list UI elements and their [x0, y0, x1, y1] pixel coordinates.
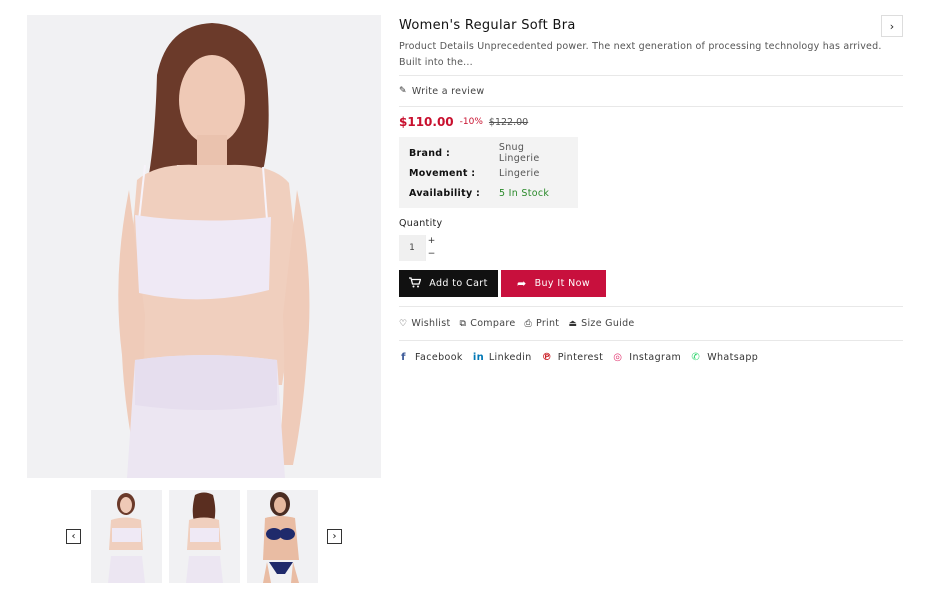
product-info: › Women's Regular Soft Bra Product Detai… [399, 15, 903, 373]
share-whatsapp[interactable]: ✆ Whatsapp [691, 352, 758, 363]
write-review-link[interactable]: ✎ Write a review [399, 76, 903, 106]
wishlist-label: Wishlist [411, 318, 451, 329]
facebook-icon: f [401, 351, 406, 363]
size-guide-icon: ⏏ [568, 318, 578, 329]
pencil-icon: ✎ [399, 86, 407, 96]
print-icon: ⎙ [524, 318, 532, 329]
spec-brand: Brand : Snug Lingerie [409, 142, 568, 164]
spec-value: Lingerie [499, 167, 540, 179]
quantity-input[interactable] [399, 235, 425, 261]
linkedin-label: Linkedin [488, 351, 532, 363]
spec-label: Movement : [409, 167, 476, 179]
chevron-left-icon: ‹ [71, 530, 76, 542]
compare-label: Compare [470, 318, 516, 329]
buy-now-button[interactable]: ➦ Buy It Now [501, 270, 606, 297]
thumbnail-front[interactable] [91, 490, 162, 583]
pinterest-label: Pinterest [557, 351, 604, 363]
product-specs: Brand : Snug Lingerie Movement : Lingeri… [399, 137, 578, 208]
product-title: Women's Regular Soft Bra [399, 18, 576, 33]
pinterest-icon: ℗ [541, 351, 553, 363]
linkedin-icon: in [472, 351, 485, 363]
product-description: Product Details Unprecedented power. The… [399, 41, 882, 68]
quantity-label: Quantity [399, 218, 443, 229]
quantity-stepper: + − [399, 235, 903, 261]
social-share: f Facebook in Linkedin ℗ Pinterest ◎ Ins… [399, 341, 903, 373]
wishlist-button[interactable]: ♡ Wishlist [399, 318, 451, 329]
whatsapp-icon: ✆ [691, 351, 701, 363]
print-label: Print [535, 318, 560, 329]
price-row: $110.00 -10% $122.00 [399, 107, 903, 137]
add-to-cart-button[interactable]: Add to Cart [399, 270, 498, 297]
write-review-label: Write a review [411, 85, 485, 97]
chevron-right-icon: › [332, 530, 337, 542]
share-instagram[interactable]: ◎ Instagram [613, 352, 681, 363]
spec-movement: Movement : Lingerie [409, 163, 568, 183]
instagram-icon: ◎ [613, 351, 623, 363]
buy-now-label: Buy It Now [534, 278, 591, 289]
purchase-buttons: Add to Cart ➦ Buy It Now [399, 270, 903, 297]
whatsapp-label: Whatsapp [707, 351, 759, 363]
share-linkedin[interactable]: in Linkedin [473, 352, 532, 363]
spec-value: Snug Lingerie [498, 142, 540, 164]
quantity-decrease-button[interactable]: − [425, 248, 437, 261]
thumbnail-back[interactable] [169, 490, 240, 583]
thumbnail-carousel: ‹ › [27, 490, 381, 584]
spec-label: Availability : [409, 187, 481, 199]
thumbnail-prev-button[interactable]: ‹ [66, 529, 81, 544]
cart-icon [409, 276, 422, 291]
heart-icon: ♡ [399, 318, 408, 329]
current-price: $110.00 [399, 115, 454, 129]
chevron-right-icon: › [889, 19, 895, 33]
compare-icon: ⧉ [459, 318, 467, 329]
instagram-label: Instagram [629, 351, 682, 363]
print-button[interactable]: ⎙ Print [524, 318, 559, 329]
spec-label: Brand : [409, 147, 451, 159]
share-arrow-icon: ➦ [516, 277, 527, 290]
discount-badge: -10% [459, 117, 483, 127]
thumbnail-next-button[interactable]: › [327, 529, 342, 544]
size-guide-label: Size Guide [581, 318, 635, 329]
next-product-button[interactable]: › [881, 15, 903, 37]
stock-status: 5 In Stock [499, 187, 550, 199]
product-actions: ♡ Wishlist ⧉ Compare ⎙ Print ⏏ Size Guid… [399, 307, 903, 340]
main-product-image[interactable] [27, 15, 381, 478]
add-to-cart-label: Add to Cart [429, 278, 488, 289]
spec-availability: Availability : 5 In Stock [409, 183, 568, 203]
thumbnail-navy-model[interactable] [247, 490, 318, 583]
old-price: $122.00 [488, 116, 529, 128]
quantity-increase-button[interactable]: + [425, 235, 437, 248]
share-pinterest[interactable]: ℗ Pinterest [542, 352, 604, 363]
size-guide-button[interactable]: ⏏ Size Guide [568, 318, 634, 329]
share-facebook[interactable]: f Facebook [399, 352, 463, 363]
compare-button[interactable]: ⧉ Compare [460, 318, 516, 329]
facebook-label: Facebook [415, 351, 463, 363]
